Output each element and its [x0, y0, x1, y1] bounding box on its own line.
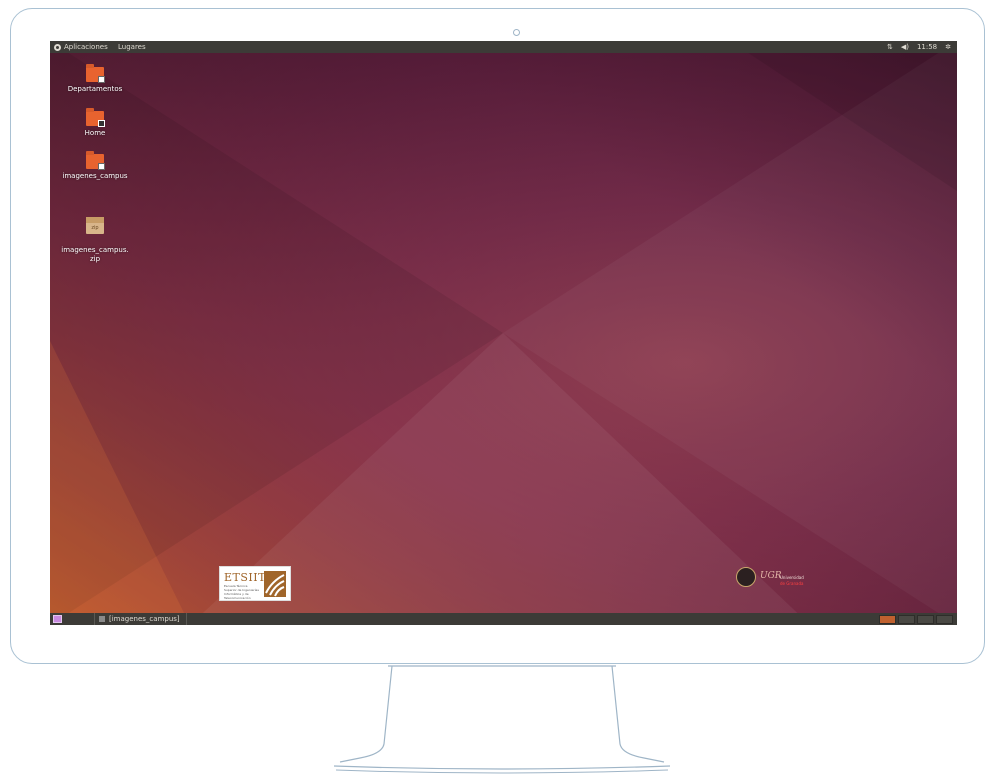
system-tray: ⇅ ◀) 11:58 ✲	[887, 41, 951, 53]
etsiit-logo-title: ETSIIT	[224, 571, 266, 584]
power-gear-icon[interactable]: ✲	[945, 41, 951, 53]
etsiit-logo-subtitle: Escuela Técnica Superior de Ingenierías …	[224, 584, 259, 600]
desktop-icon-label: Home	[84, 129, 106, 137]
clock[interactable]: 11:58	[917, 41, 937, 53]
wallpaper	[50, 41, 957, 625]
shared-folder-icon	[86, 151, 105, 170]
file-manager-icon	[99, 616, 105, 622]
applications-menu[interactable]: Aplicaciones	[54, 41, 108, 53]
workspace-1[interactable]	[879, 615, 896, 624]
top-panel: Aplicaciones Lugares ⇅ ◀) 11:58 ✲	[50, 41, 957, 53]
desktop-icon-label: imagenes_campus. zip	[61, 246, 129, 263]
ugr-crest-icon	[736, 567, 756, 587]
desktop-screen: Aplicaciones Lugares ⇅ ◀) 11:58 ✲ Depart…	[50, 41, 957, 625]
bottom-panel: [imagenes_campus]	[50, 613, 957, 625]
desktop-icon-departamentos[interactable]: Departamentos	[50, 64, 140, 94]
ugr-logo-line2: de Granada	[780, 581, 804, 586]
desktop-icon-label: imagenes_campus	[62, 172, 128, 180]
taskbar-button-imagenes-campus[interactable]: [imagenes_campus]	[94, 613, 187, 625]
ugr-logo-mark: UGR	[760, 571, 782, 581]
show-desktop-icon[interactable]	[53, 615, 62, 623]
desktop-icon-imagenes-campus-zip[interactable]: zip imagenes_campus. zip	[50, 208, 140, 273]
taskbar-button-label: [imagenes_campus]	[109, 615, 180, 623]
workspace-3[interactable]	[917, 615, 934, 624]
desktop-icon-label: Departamentos	[67, 85, 123, 93]
ubuntu-logo-icon	[54, 43, 61, 51]
desktop-icon-imagenes-campus[interactable]: imagenes_campus	[50, 151, 140, 181]
workspace-4[interactable]	[936, 615, 953, 624]
places-menu[interactable]: Lugares	[118, 41, 146, 53]
home-folder-icon	[86, 108, 105, 127]
zip-archive-icon: zip	[86, 217, 104, 234]
desktop-icon-home[interactable]: Home	[50, 108, 140, 138]
network-arrows-icon[interactable]: ⇅	[887, 41, 893, 53]
ugr-logo-line1: Universidad	[780, 575, 804, 580]
ugr-logo: UGR Universidad de Granada	[736, 567, 816, 593]
places-menu-label: Lugares	[118, 43, 146, 51]
etsiit-emblem-icon	[264, 571, 286, 597]
shared-folder-icon	[86, 64, 105, 83]
etsiit-logo: ETSIIT Escuela Técnica Superior de Ingen…	[219, 566, 291, 601]
volume-icon[interactable]: ◀)	[901, 41, 909, 53]
workspace-2[interactable]	[898, 615, 915, 624]
applications-menu-label: Aplicaciones	[64, 43, 108, 51]
